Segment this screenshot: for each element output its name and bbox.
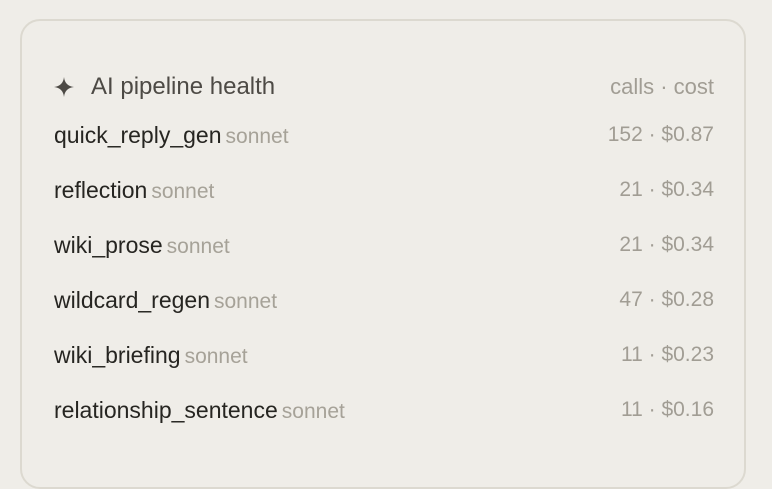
model-label: sonnet [225,125,289,148]
calls-cost: 21 · $0.34 [619,233,714,256]
calls-cost: 21 · $0.34 [619,178,714,201]
calls-cost: 47 · $0.28 [619,288,714,311]
model-label: sonnet [281,400,345,423]
card-title: AI pipeline health [91,73,276,100]
list-item: wildcard_regen sonnet 47 · $0.28 [22,284,744,339]
card-header: AI pipeline health calls · cost [22,67,744,107]
list-item: quick_reply_gen sonnet 152 · $0.87 [22,119,744,174]
pipeline-health-card: AI pipeline health calls · cost quick_re… [20,19,746,489]
pipeline-name: relationship_sentence [54,397,278,423]
column-header-calls-cost: calls · cost [610,74,714,99]
model-label: sonnet [213,290,278,313]
pipeline-name: wiki_briefing [54,342,181,368]
pipeline-name: quick_reply_gen [54,122,222,148]
pipeline-name: reflection [54,177,148,203]
list-item: reflection sonnet 21 · $0.34 [22,174,744,229]
model-label: sonnet [166,235,230,258]
list-item: relationship_sentence sonnet 11 · $0.16 [22,394,744,449]
calls-cost: 11 · $0.16 [620,398,714,421]
pipeline-name: wildcard_regen [54,287,210,313]
model-label: sonnet [151,180,215,203]
model-label: sonnet [184,345,248,368]
calls-cost: 152 · $0.87 [607,123,714,146]
list-item: wiki_briefing sonnet 11 · $0.23 [22,339,744,394]
calls-cost: 11 · $0.23 [620,343,714,366]
pipeline-name: wiki_prose [54,232,163,258]
sparkle-icon [54,77,74,97]
list-item: wiki_prose sonnet 21 · $0.34 [22,229,744,284]
pipeline-list: quick_reply_gen sonnet 152 · $0.87 reflec… [22,119,744,449]
